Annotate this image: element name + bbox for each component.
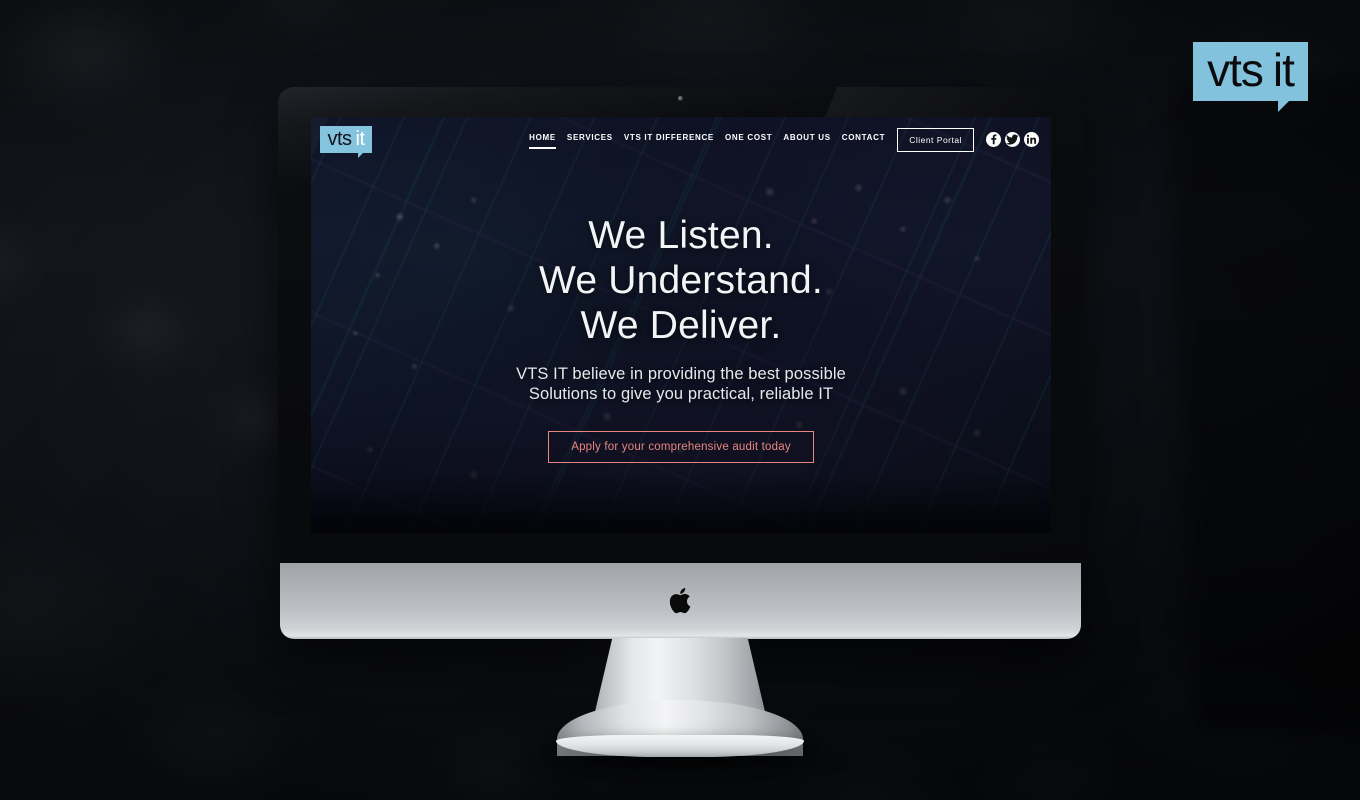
site-logo-text: vts it	[320, 126, 372, 153]
client-portal-button[interactable]: Client Portal	[897, 127, 974, 152]
hero-subheading: VTS IT believe in providing the best pos…	[311, 364, 1051, 406]
nav-item-home[interactable]: HOME	[529, 130, 556, 149]
hero-subheading-line-2: Solutions to give you practical, reliabl…	[528, 385, 834, 404]
hero-cta-button[interactable]: Apply for your comprehensive audit today	[548, 431, 814, 464]
site-logo[interactable]: vts it	[320, 126, 372, 158]
facebook-icon[interactable]	[986, 132, 1001, 147]
imac-screen: vts it HOME SERVICES VTS IT DIFFERENCE O…	[311, 117, 1051, 533]
imac-chin	[280, 563, 1081, 639]
watermark-logo-text: vts it	[1193, 42, 1308, 101]
nav-item-contact[interactable]: CONTACT	[842, 130, 885, 149]
imac-bezel: vts it HOME SERVICES VTS IT DIFFERENCE O…	[278, 87, 1083, 639]
hero-headline-line-1: We Listen.	[588, 214, 774, 257]
social-links-group	[986, 132, 1039, 147]
apple-logo	[669, 588, 690, 614]
site-logo-text-secondary: it	[355, 127, 366, 150]
hero-headline-line-3: We Deliver.	[580, 304, 782, 348]
watermark-logo-text-primary: vts	[1207, 43, 1264, 96]
screenshot-stage: vts it vts it HOME SERVICES VTS IT DIFFE…	[0, 0, 1360, 800]
nav-item-services[interactable]: SERVICES	[567, 130, 613, 149]
hero-headline: We Listen. We Understand. We Deliver.	[311, 213, 1051, 349]
nav-item-vts-it-difference[interactable]: VTS IT DIFFERENCE	[624, 130, 714, 149]
screen-bottom-shading	[311, 473, 1051, 533]
linkedin-icon[interactable]	[1024, 132, 1039, 147]
nav-links-list: HOME SERVICES VTS IT DIFFERENCE ONE COST…	[529, 130, 885, 149]
hero-subheading-line-1: VTS IT believe in providing the best pos…	[516, 364, 846, 383]
watermark-logo-text-secondary: it	[1272, 43, 1295, 96]
site-logo-text-primary: vts	[327, 127, 352, 150]
vts-it-logo-watermark: vts it	[1193, 42, 1308, 112]
nav-item-about-us[interactable]: ABOUT US	[783, 130, 830, 149]
imac-device: vts it HOME SERVICES VTS IT DIFFERENCE O…	[278, 87, 1083, 639]
hero-headline-line-2: We Understand.	[539, 259, 823, 303]
twitter-icon[interactable]	[1005, 132, 1020, 147]
site-navigation-bar: vts it HOME SERVICES VTS IT DIFFERENCE O…	[311, 117, 1051, 162]
nav-item-one-cost[interactable]: ONE COST	[725, 130, 772, 149]
hero-section: We Listen. We Understand. We Deliver. VT…	[311, 213, 1051, 464]
webcam-dot-icon	[678, 96, 683, 101]
